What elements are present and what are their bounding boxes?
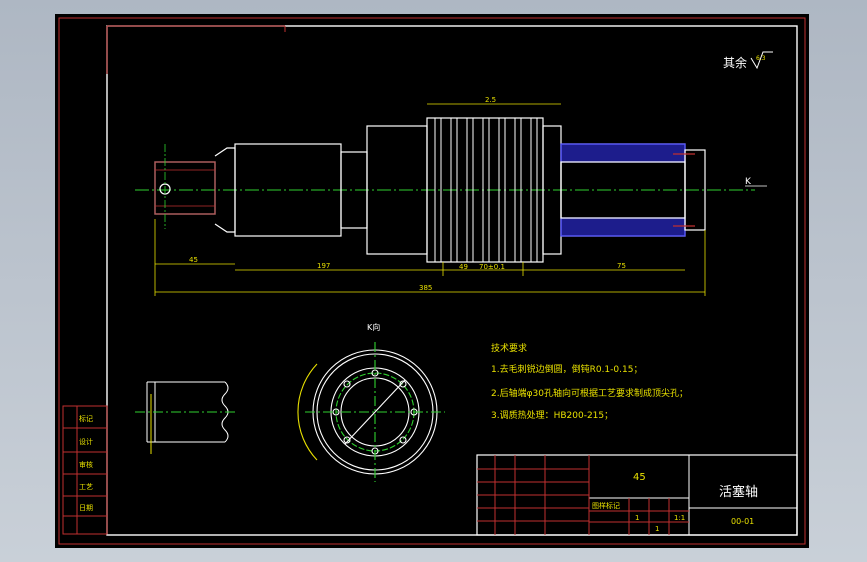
top-left-frame-mark (106, 25, 286, 74)
dim-slot: 2.5 (485, 96, 496, 104)
cad-viewport[interactable]: 标记 设计 审核 工艺 日期 其余 6.3 45 197 75 385 49 7… (55, 14, 809, 548)
tech-requirements: 技术要求 1.去毛刺锐边倒圆，倒钝R0.1-0.15； 2.后轴端φ30孔轴向可… (491, 342, 688, 421)
dim-inner2: 70±0.1 (479, 263, 505, 271)
detail-view (135, 381, 235, 454)
section-marker: K (745, 177, 752, 187)
title-sheet: 1 (655, 525, 659, 533)
sheet-outer-border (58, 17, 806, 545)
dim-inner1: 49 (459, 263, 468, 271)
tech-item: 3.调质热处理：HB200-215； (491, 409, 613, 421)
title-part-name: 活塞轴 (719, 484, 758, 500)
tech-item: 2.后轴端φ30孔轴向可根据工艺要求制成顶尖孔； (491, 387, 688, 399)
left-strip-cell: 工艺 (79, 483, 93, 491)
shaft-main-view (135, 117, 755, 263)
hatch-top (560, 143, 686, 163)
title-material: 45 (633, 472, 646, 483)
left-strip-cell: 审核 (79, 460, 93, 469)
dim-left: 45 (189, 256, 198, 264)
sheet-inner-border (106, 25, 798, 536)
roughness-note: 其余 6.3 (723, 51, 773, 70)
dim-total: 385 (419, 284, 432, 292)
title-drawing-no: 00-01 (731, 517, 754, 526)
left-strip-cell: 日期 (79, 504, 93, 512)
dim-right: 75 (617, 262, 626, 270)
left-strip-cell: 标记 (79, 414, 93, 423)
left-strip-cell: 设计 (79, 437, 93, 446)
drawing-canvas: 标记 设计 审核 工艺 日期 其余 6.3 45 197 75 385 49 7… (58, 17, 806, 545)
tech-item: 1.去毛刺锐边倒圆，倒钝R0.1-0.15； (491, 363, 642, 375)
title-stage-label: 图样标记 (592, 501, 620, 510)
section-k-view: K向 (297, 322, 445, 482)
title-block: 45 活塞轴 00-01 图样标记 1 1:1 1 (476, 454, 798, 536)
tech-title: 技术要求 (491, 342, 527, 354)
dimension-texts: 45 197 75 385 49 70±0.1 2.5 K (189, 96, 752, 292)
title-scale: 1:1 (674, 514, 685, 522)
roughness-label: 其余 (723, 55, 747, 70)
left-strip-table: 标记 设计 审核 工艺 日期 (62, 405, 108, 535)
section-k-label: K向 (367, 322, 380, 332)
dim-mid: 197 (317, 262, 330, 270)
hatch-bottom (560, 217, 686, 237)
roughness-value: 6.3 (756, 55, 766, 62)
title-qty: 1 (635, 514, 639, 522)
